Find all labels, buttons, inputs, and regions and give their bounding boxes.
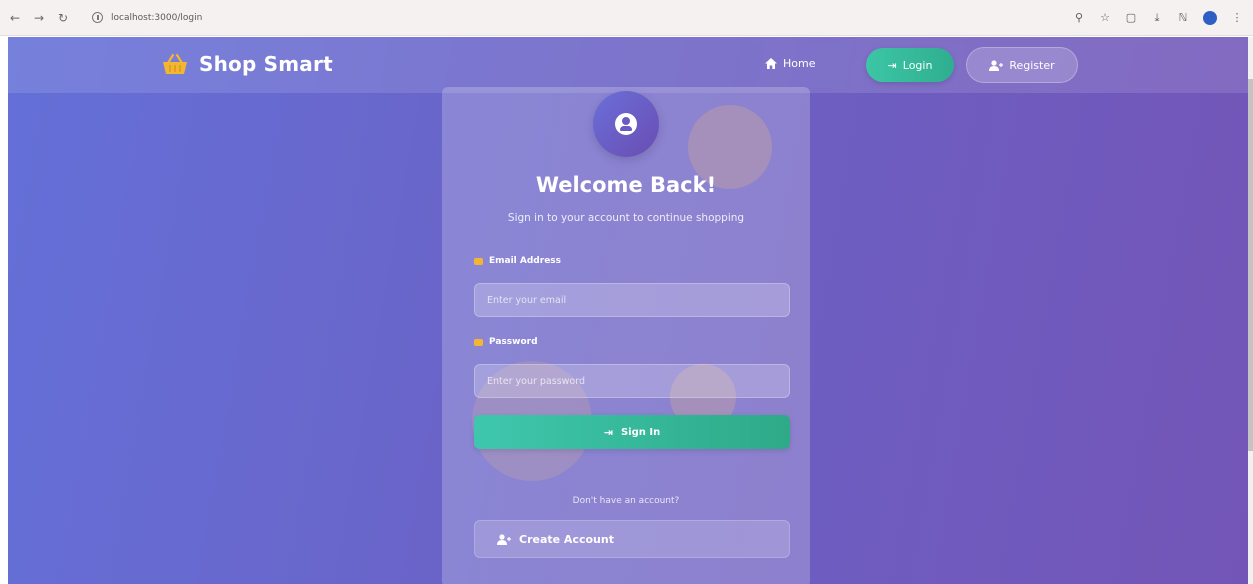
page-scrollbar[interactable] [1248, 37, 1253, 584]
no-account-text: Don't have an account? [572, 496, 680, 506]
scrollbar-thumb[interactable] [1248, 79, 1253, 451]
envelope-icon [474, 257, 483, 265]
basket-icon [163, 53, 187, 74]
login-card: Welcome Back! Sign in to your account to… [442, 87, 810, 584]
page-background: Shop Smart Home ⇥ Login Register Welcome… [8, 37, 1248, 584]
forward-icon[interactable]: → [30, 9, 48, 27]
browser-toolbar: ← → ↻ localhost:3000/login ⚲ ☆ ▢ ⤓ ℕ ⋮ [0, 0, 1253, 36]
brand[interactable]: Shop Smart [161, 52, 333, 76]
sign-in-icon: ⇥ [603, 425, 613, 439]
password-label: Password [474, 337, 538, 347]
nav-register-button[interactable]: Register [966, 47, 1078, 83]
user-circle-icon [593, 91, 659, 157]
address-bar[interactable]: localhost:3000/login [84, 6, 934, 30]
password-field[interactable]: Enter your password [474, 364, 790, 398]
address-text: localhost:3000/login [111, 12, 203, 23]
bookmark-star-icon[interactable]: ☆ [1099, 11, 1111, 24]
top-navbar: Shop Smart Home ⇥ Login Register [8, 37, 1248, 93]
user-plus-icon [497, 533, 511, 545]
sign-in-label: Sign In [620, 426, 661, 438]
login-subtitle: Sign in to your account to continue shop… [507, 212, 745, 224]
profile-avatar[interactable] [1203, 10, 1217, 25]
sign-in-icon: ⇥ [887, 58, 897, 72]
password-placeholder: Enter your password [487, 375, 586, 387]
home-icon [765, 58, 777, 69]
nav-login-button[interactable]: ⇥ Login [866, 48, 954, 82]
nav-home-link[interactable]: Home [765, 57, 815, 70]
menu-kebab-icon[interactable]: ⋮ [1231, 11, 1243, 24]
user-plus-icon [989, 59, 1004, 71]
password-label-text: Password [489, 337, 538, 347]
login-title: Welcome Back! [535, 173, 717, 197]
search-page-icon[interactable]: ⚲ [1073, 11, 1085, 24]
site-info-icon[interactable] [92, 12, 103, 23]
reload-icon[interactable]: ↻ [54, 9, 72, 27]
back-icon[interactable]: ← [6, 9, 24, 27]
nav-login-label: Login [902, 58, 933, 72]
create-account-label: Create Account [519, 532, 614, 546]
lock-icon [474, 338, 483, 346]
email-label-text: Email Address [489, 256, 562, 266]
browser-right-icons: ⚲ ☆ ▢ ⤓ ℕ ⋮ [1073, 10, 1243, 25]
email-field[interactable]: Enter your email [474, 283, 790, 317]
nav-register-label: Register [1009, 58, 1055, 72]
extensions-icon[interactable]: ▢ [1125, 11, 1137, 24]
download-icon[interactable]: ⤓ [1151, 11, 1163, 25]
nav-home-label: Home [783, 57, 816, 70]
brand-name: Shop Smart [199, 52, 333, 76]
extension-n-icon[interactable]: ℕ [1177, 11, 1189, 24]
email-label: Email Address [474, 256, 561, 266]
create-account-button[interactable]: Create Account [474, 520, 790, 558]
email-placeholder: Enter your email [487, 294, 567, 306]
sign-in-button[interactable]: ⇥ Sign In [474, 415, 790, 449]
